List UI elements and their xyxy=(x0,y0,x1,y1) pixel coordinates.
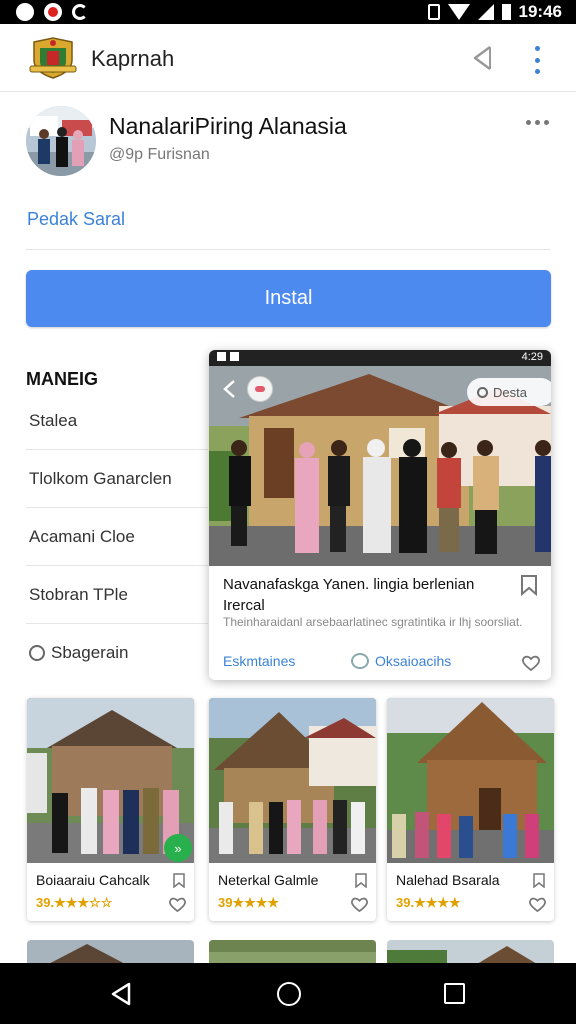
village-card[interactable]: Nalehad Bsarala 39.★★★★ xyxy=(387,698,554,921)
preview-status-time: 4:29 xyxy=(521,351,543,363)
profile-link[interactable]: Pedak Saral xyxy=(27,209,125,230)
chat-icon xyxy=(29,645,45,661)
status-icons-left xyxy=(16,3,88,21)
record-icon xyxy=(44,3,62,21)
avatar[interactable] xyxy=(26,106,96,176)
signal-icon xyxy=(477,4,494,20)
more-horizontal-icon[interactable] xyxy=(526,120,549,125)
search-icon xyxy=(477,386,488,398)
app-bar: Kaprnah xyxy=(0,24,576,92)
menu-item-label: Acamani Cloe xyxy=(29,526,135,546)
nav-back-icon[interactable] xyxy=(110,982,132,1006)
status-time: 19:46 xyxy=(518,2,562,21)
open-button[interactable]: » xyxy=(164,834,192,862)
menu-item[interactable]: Tlolkom Ganarclen xyxy=(26,450,208,508)
village-card[interactable]: Neterkal Galmle 39★★★★ xyxy=(209,698,376,921)
preview-search[interactable]: Desta xyxy=(467,378,551,406)
card-rating: 39.★★★☆☆ xyxy=(36,895,113,910)
village-card[interactable]: » Boiaaraiu Cahcalk 39.★★★☆☆ xyxy=(27,698,194,921)
preview-title: Navanafaskga Yanen. lingia berlenian Ire… xyxy=(223,576,475,614)
preview-link-left[interactable]: Eskmtaines xyxy=(223,653,295,669)
status-icons-right: 19:46 xyxy=(427,2,562,22)
bookmark-icon[interactable] xyxy=(533,873,545,888)
menu-item[interactable]: Sbagerain xyxy=(26,624,208,682)
preview-link-right[interactable]: Oksaioacihs xyxy=(375,653,451,669)
menu-section-title: MANEIG xyxy=(26,369,98,389)
profile-name: NanalariPiring Alanasia xyxy=(109,113,347,139)
heart-icon[interactable] xyxy=(521,654,541,672)
menu-item-label: Stobran TPle xyxy=(29,584,128,604)
settings-icon xyxy=(16,3,34,21)
bookmark-icon[interactable] xyxy=(173,873,185,888)
share-icon[interactable] xyxy=(470,44,496,72)
menu-item-label: Tlolkom Ganarclen xyxy=(29,468,172,488)
chat-icon xyxy=(351,653,369,669)
menu-item-label: Sbagerain xyxy=(51,643,129,662)
profile-handle: @9p Furisnan xyxy=(109,146,210,163)
heart-icon[interactable] xyxy=(528,896,547,913)
heart-icon[interactable] xyxy=(350,896,369,913)
card-title: Neterkal Galmle xyxy=(218,872,319,888)
menu-item[interactable]: Stobran TPle xyxy=(26,566,208,624)
preview-description: Theinharaidanl arsebaarlatinec sgratinti… xyxy=(223,615,523,629)
sim-icon xyxy=(427,4,440,20)
nav-recents-icon[interactable] xyxy=(444,983,465,1004)
avatar-photo xyxy=(26,106,96,176)
menu-item[interactable]: Acamani Cloe xyxy=(26,508,208,566)
card-title: Boiaaraiu Cahcalk xyxy=(36,872,150,888)
more-vertical-icon[interactable] xyxy=(530,46,544,74)
battery-icon xyxy=(501,4,511,20)
wifi-icon xyxy=(447,4,470,20)
card-rating: 39.★★★★ xyxy=(396,895,461,910)
card-photo xyxy=(387,698,554,863)
menu-item[interactable]: Stalea xyxy=(26,392,208,450)
navigation-bar xyxy=(0,963,576,1024)
preview-card[interactable]: 4:29 Desta Navanafaskga Yanen. lingia be… xyxy=(209,350,551,680)
heart-icon[interactable] xyxy=(168,896,187,913)
favorite-icon[interactable] xyxy=(247,376,273,402)
preview-search-placeholder: Desta xyxy=(493,384,527,400)
bookmark-icon[interactable] xyxy=(520,574,538,596)
install-button[interactable]: Instal xyxy=(26,270,551,327)
back-arrow-icon[interactable] xyxy=(219,378,241,400)
nav-home-icon[interactable] xyxy=(277,982,301,1006)
card-title: Nalehad Bsarala xyxy=(396,872,500,888)
preview-status-bar: 4:29 xyxy=(209,350,551,366)
app-title: Kaprnah xyxy=(91,46,175,71)
bookmark-icon[interactable] xyxy=(355,873,367,888)
status-bar: 19:46 xyxy=(0,0,576,24)
card-photo xyxy=(209,698,376,863)
menu-item-label: Stalea xyxy=(29,410,78,430)
sync-icon xyxy=(72,4,88,20)
card-rating: 39★★★★ xyxy=(218,895,280,910)
divider xyxy=(26,249,550,250)
crest-logo xyxy=(29,37,77,79)
